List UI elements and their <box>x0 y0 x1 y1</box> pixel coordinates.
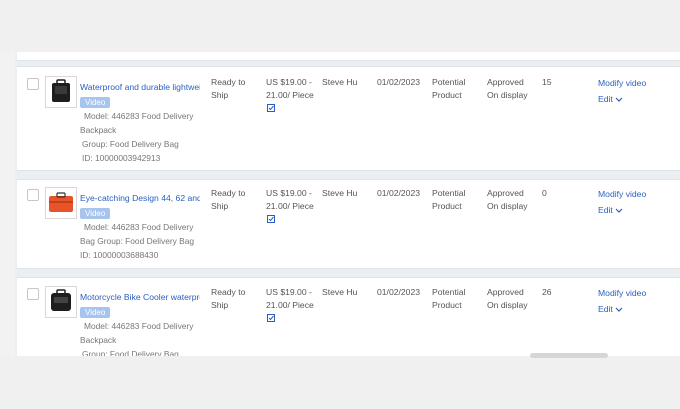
edit-dropdown[interactable]: Edit <box>598 94 623 104</box>
edit-price-icon[interactable] <box>267 215 275 223</box>
product-thumbnail[interactable] <box>45 187 77 219</box>
product-row: Motorcycle Bike Cooler waterproof f Vide… <box>17 277 680 356</box>
left-gutter <box>0 52 15 356</box>
product-type: Potential Product <box>432 77 466 100</box>
id-text: ID: 10000003942913 <box>82 153 161 163</box>
row-checkbox[interactable] <box>27 288 39 300</box>
price: US $19.00 -21.00/ Piece <box>266 188 314 211</box>
edit-label: Edit <box>598 94 613 104</box>
previous-row-edge <box>17 52 680 61</box>
product-list-area: Waterproof and durable lightweight Video… <box>0 52 680 356</box>
review-status: Approved On display <box>487 188 528 211</box>
model-text: Model: 446283 Food Delivery <box>84 321 194 331</box>
shipping-status: Ready to Ship <box>211 188 246 211</box>
product-title-link[interactable]: Eye-catching Design 44, 62 and 83 <box>80 193 200 203</box>
product-title-link[interactable]: Motorcycle Bike Cooler waterproof f <box>80 292 200 302</box>
owner: Steve Hu <box>322 77 358 87</box>
product-meta: Model: 446283 Food Delivery Backpack Gro… <box>80 319 210 356</box>
chevron-down-icon <box>615 208 623 213</box>
product-title-link[interactable]: Waterproof and durable lightweight <box>80 82 200 92</box>
id-text: ID: 10000003688430 <box>80 250 159 260</box>
model-text: Model: 446283 Food Delivery <box>84 111 194 121</box>
review-status: Approved On display <box>487 77 528 100</box>
product-type: Potential Product <box>432 287 466 310</box>
count: 0 <box>542 188 547 198</box>
date: 01/02/2023 <box>377 287 421 297</box>
chevron-down-icon <box>615 97 623 102</box>
date: 01/02/2023 <box>377 77 421 87</box>
shipping-status: Ready to Ship <box>211 287 246 310</box>
model-text: Model: 446283 Food Delivery <box>84 222 194 232</box>
date: 01/02/2023 <box>377 188 421 198</box>
row-checkbox[interactable] <box>27 78 39 90</box>
review-status: Approved On display <box>487 287 528 310</box>
edit-dropdown[interactable]: Edit <box>598 205 623 215</box>
shipping-status: Ready to Ship <box>211 77 246 100</box>
count: 15 <box>542 77 552 87</box>
product-meta: Model: 446283 Food Delivery Backpack Gro… <box>80 109 210 165</box>
horizontal-scrollbar[interactable] <box>530 353 608 358</box>
count: 26 <box>542 287 552 297</box>
owner: Steve Hu <box>322 188 358 198</box>
product-type: Potential Product <box>432 188 466 211</box>
product-thumbnail[interactable] <box>45 286 77 318</box>
product-row: Eye-catching Design 44, 62 and 83 Video … <box>17 179 680 269</box>
owner: Steve Hu <box>322 287 358 297</box>
video-badge: Video <box>80 97 111 108</box>
product-meta: Model: 446283 Food Delivery Bag Group: F… <box>80 220 210 262</box>
modify-video-link[interactable]: Modify video <box>598 189 646 199</box>
video-badge: Video <box>80 307 111 318</box>
group-text: Group: Food Delivery Bag <box>82 139 179 149</box>
backpack-image <box>51 289 71 311</box>
edit-label: Edit <box>598 304 613 314</box>
product-thumbnail[interactable] <box>45 76 77 108</box>
edit-label: Edit <box>598 205 613 215</box>
modify-video-link[interactable]: Modify video <box>598 78 646 88</box>
modify-video-link[interactable]: Modify video <box>598 288 646 298</box>
model-text-cont: Backpack <box>80 125 117 135</box>
backpack-image <box>52 79 70 102</box>
edit-dropdown[interactable]: Edit <box>598 304 623 314</box>
video-badge: Video <box>80 208 111 219</box>
delivery-bag-image <box>49 192 73 212</box>
price: US $19.00 -21.00/ Piece <box>266 287 314 310</box>
price: US $19.00 -21.00/ Piece <box>266 77 314 100</box>
model-text-cont: Backpack <box>80 335 117 345</box>
row-checkbox[interactable] <box>27 189 39 201</box>
group-text: Group: Food Delivery Bag <box>82 349 179 356</box>
edit-price-icon[interactable] <box>267 314 275 322</box>
edit-price-icon[interactable] <box>267 104 275 112</box>
chevron-down-icon <box>615 307 623 312</box>
model-group-text: Bag Group: Food Delivery Bag <box>80 236 195 246</box>
product-row: Waterproof and durable lightweight Video… <box>17 66 680 171</box>
